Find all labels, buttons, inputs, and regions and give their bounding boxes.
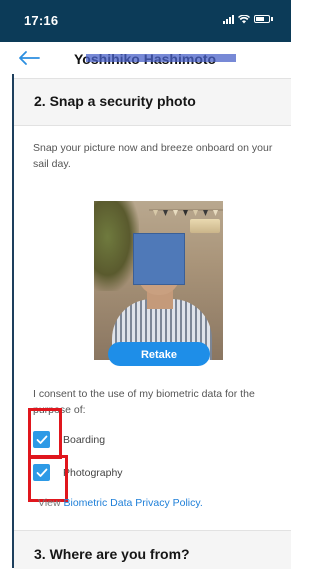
checkbox-label-photography: Photography: [63, 466, 123, 479]
wifi-icon: [238, 14, 250, 23]
signal-icon: [223, 14, 234, 24]
photo-description: Snap your picture now and breeze onboard…: [33, 142, 273, 170]
status-bar: 17:16: [0, 0, 291, 42]
arrow-left-icon[interactable]: [18, 50, 40, 66]
consent-text: I consent to the use of my biometric dat…: [33, 388, 255, 416]
highlight-box-photography: [28, 455, 68, 502]
policy-line: View Biometric Data Privacy Policy.: [38, 497, 203, 509]
privacy-policy-link[interactable]: Biometric Data Privacy Policy.: [64, 497, 203, 509]
section-title: 2. Snap a security photo: [34, 93, 196, 109]
highlight-box-boarding: [28, 408, 62, 459]
face-redaction: [133, 233, 185, 285]
status-time: 17:16: [24, 13, 59, 28]
battery-icon: [254, 15, 273, 23]
section-header-origin: 3. Where are you from?: [14, 530, 291, 569]
policy-prefix: View: [38, 497, 61, 509]
status-icons: [223, 14, 273, 24]
checkbox-label-boarding: Boarding: [63, 433, 106, 446]
section-title: 3. Where are you from?: [34, 546, 190, 562]
section-header-security-photo: 2. Snap a security photo: [14, 78, 291, 126]
name-redaction: [86, 54, 236, 62]
retake-button[interactable]: Retake: [108, 342, 210, 366]
